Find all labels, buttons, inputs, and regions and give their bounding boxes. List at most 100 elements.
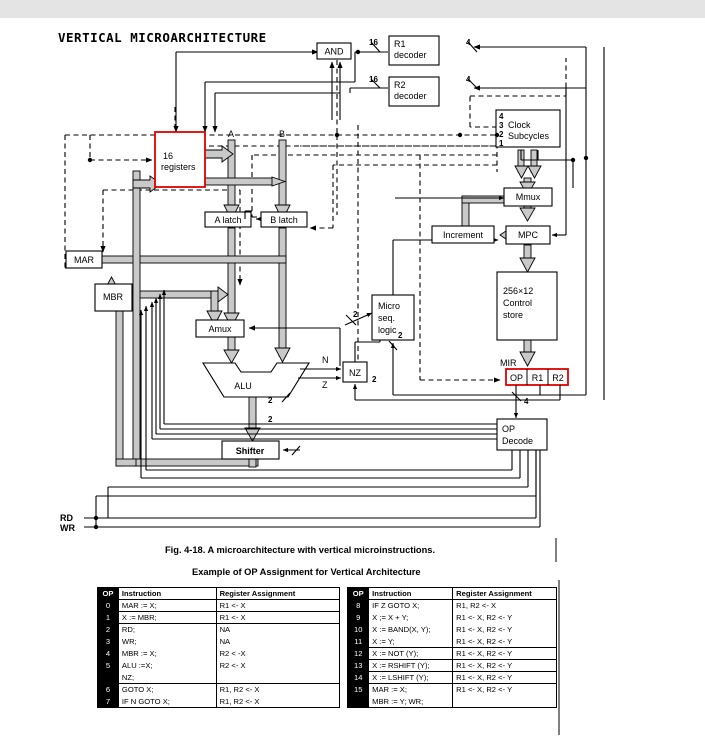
clock-tick-1: 1 [499, 139, 504, 148]
op-code-cell: 7 [97, 695, 119, 708]
control-store-block: 256×12 Control store [496, 271, 558, 341]
op-code-cell: 9 [347, 611, 370, 624]
instruction-cell: NZ; [117, 671, 217, 684]
op-decode-label-1: OP [502, 424, 515, 434]
instruction-cell: MAR := X; [368, 683, 454, 696]
nz-block: NZ [342, 361, 368, 383]
table-row: MBR := Y; WR; [347, 695, 557, 708]
mir-label: MIR [500, 358, 517, 368]
subcycles-label: Subcycles [508, 131, 550, 141]
table-row: 6 GOTO X; R1, R2 <- X [97, 683, 341, 696]
register-assignment-cell: R1, R2 <- X [215, 695, 341, 708]
b-latch-label: B latch [270, 215, 298, 225]
mar-label: MAR [74, 255, 95, 265]
table-row: 14 X := LSHIFT (Y); R1 <- X, R2 <- Y [347, 671, 557, 684]
op-decode-block: OP Decode [496, 418, 548, 451]
register-assignment-cell: R1, R2 <- X [452, 599, 557, 612]
table-row: 3 WR; NA [97, 635, 341, 648]
mar-block: MAR [65, 250, 103, 269]
register-assignment-cell: NA [215, 635, 341, 648]
table-row: 12 X := NOT (Y); R1 <- X, R2 <- Y [347, 647, 557, 660]
op-code-cell: 6 [97, 683, 119, 696]
col-header-op: OP [97, 587, 119, 600]
op-table-left: OP Instruction Register Assignment 0 MAR … [97, 587, 341, 708]
col-header-instruction: Instruction [117, 587, 217, 600]
control-store-label-3: store [503, 310, 523, 320]
op-code-cell: 10 [347, 623, 370, 636]
instruction-cell: X := LSHIFT (Y); [368, 671, 454, 684]
op-decode-control-lines [95, 289, 537, 527]
op-code-cell: 3 [97, 635, 119, 648]
table-row: 10 X := BAND(X, Y); R1 <- X, R2 <- Y [347, 623, 557, 636]
table-row: 11 X := Y; R1 <- X, R2 <- Y [347, 635, 557, 648]
micro-seq-label-3: logic [378, 325, 397, 335]
register-assignment-cell: R1 <- X, R2 <- Y [452, 647, 557, 660]
table-header-row: OP Instruction Register Assignment [97, 587, 341, 600]
register-assignment-cell: R1 <- X, R2 <- Y [452, 683, 557, 696]
table-header-row: OP Instruction Register Assignment [347, 587, 557, 600]
op-code-cell: 8 [347, 599, 370, 612]
register-assignment-cell: R1 <- X, R2 <- Y [452, 659, 557, 672]
register-assignment-cell: R2 <- X [215, 659, 341, 672]
register-assignment-cell [452, 695, 557, 708]
seq-width-2-label: 2 [398, 331, 403, 340]
amux-label: Amux [208, 324, 232, 334]
col-header-register: Register Assignment [215, 587, 341, 600]
r1-decoder-label-1: R1 [394, 39, 406, 49]
registers-label-2: registers [161, 162, 196, 172]
flag-z-label: Z [322, 380, 328, 390]
table-row: 5 ALU :=X; R2 <- X [97, 659, 341, 672]
instruction-cell: X := BAND(X, Y); [368, 623, 454, 636]
register-assignment-cell: R1 <- X, R2 <- Y [452, 671, 557, 684]
page-title: VERTICAL MICROARCHITECTURE [58, 30, 267, 45]
op-code-cell: 5 [97, 659, 119, 672]
clock-label: Clock [508, 120, 531, 130]
and-gate-label: AND [324, 47, 344, 57]
amux-block: Amux [195, 319, 245, 338]
nz-label: NZ [349, 368, 361, 378]
table-row: 13 X := RSHIFT (Y); R1 <- X, R2 <- Y [347, 659, 557, 672]
register-assignment-cell [215, 671, 341, 684]
op-code-cell: 1 [97, 611, 119, 624]
instruction-cell: MBR := Y; WR; [368, 695, 454, 708]
mir-op-width-label: 4 [524, 397, 529, 406]
op-assignment-tables: OP Instruction Register Assignment 0 MAR … [97, 587, 557, 708]
op-code-cell: 2 [97, 623, 119, 636]
increment-label: Increment [443, 230, 484, 240]
data-buses [85, 139, 542, 468]
table-row: NZ; [97, 671, 341, 684]
register-assignment-cell: R1 <- X, R2 <- Y [452, 611, 557, 624]
mir-register-block: OP R1 R2 [505, 368, 569, 386]
mpc-block: MPC [505, 225, 551, 245]
op-code-cell [347, 695, 370, 708]
a-latch-block: A latch [204, 211, 252, 228]
instruction-cell: X := MBR; [117, 611, 217, 624]
register-assignment-cell: R1, R2 <- X [215, 683, 341, 696]
op-decode-label-2: Decode [502, 436, 533, 446]
instruction-cell: X := NOT (Y); [368, 647, 454, 660]
control-store-label-2: Control [503, 298, 532, 308]
op-code-cell: 15 [347, 683, 370, 696]
col-header-instruction: Instruction [368, 587, 454, 600]
control-store-label-1: 256×12 [503, 286, 533, 296]
register-assignment-cell: R2 < -X [215, 647, 341, 660]
alu-func-width-label: 2 [268, 396, 273, 405]
mir-field-r1: R1 [532, 373, 544, 383]
table-row: 4 MBR := X; R2 < -X [97, 647, 341, 660]
register-assignment-cell: R1 <- X [215, 599, 341, 612]
instruction-cell: IF N GOTO X; [117, 695, 217, 708]
rd-label: RD [60, 513, 73, 523]
op-code-cell: 11 [347, 635, 370, 648]
register-assignment-cell: R1 <- X, R2 <- Y [452, 635, 557, 648]
table-row: 9X ;= X + Y; R1 <- X, R2 <- Y [347, 611, 557, 624]
col-header-register: Register Assignment [452, 587, 557, 600]
mbr-label: MBR [103, 292, 124, 302]
alu-label: ALU [234, 381, 252, 391]
mir-field-r2: R2 [552, 373, 564, 383]
r2-decoder-label-1: R2 [394, 80, 406, 90]
instruction-cell: IF Z GOTO X; [368, 599, 454, 612]
micro-seq-label-1: Micro [378, 301, 400, 311]
instruction-cell: RD; [117, 623, 217, 636]
op-code-cell: 0 [97, 599, 119, 612]
r2-decoder-block: R2 decoder [388, 76, 440, 107]
